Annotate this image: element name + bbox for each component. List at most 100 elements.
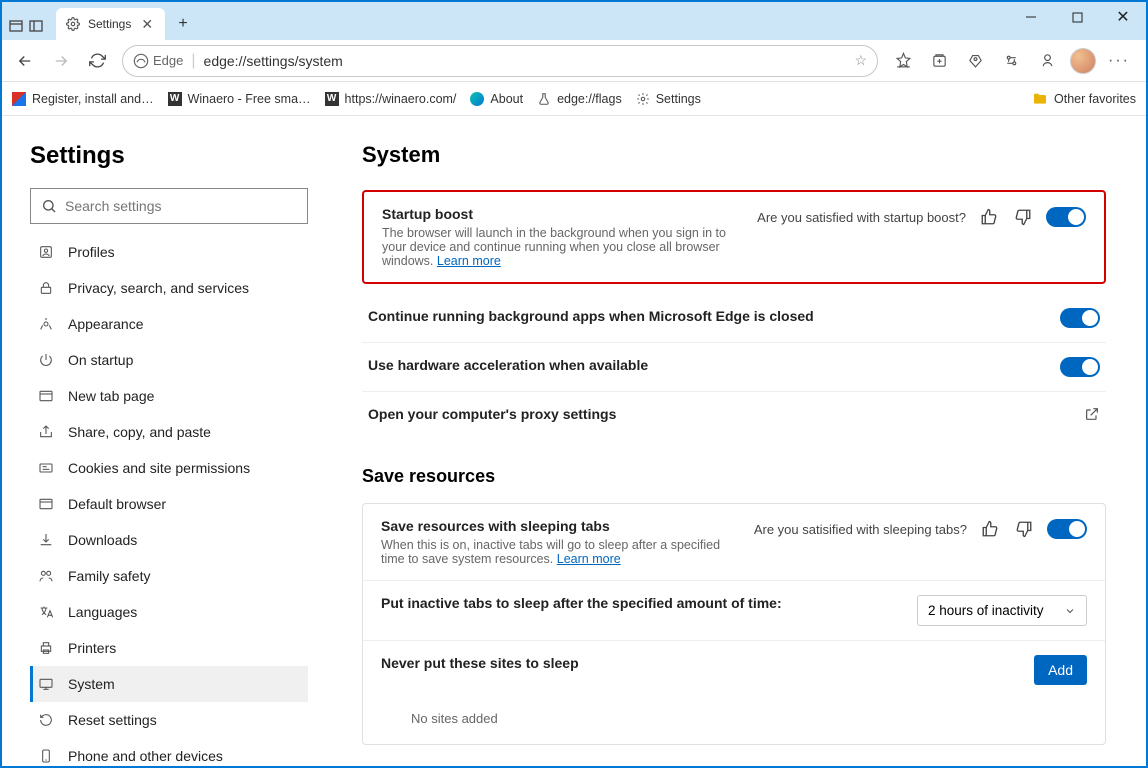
settings-content: System Startup boost The browser will la… xyxy=(332,116,1146,766)
hwaccel-title: Use hardware acceleration when available xyxy=(368,357,1046,373)
tab-close-icon[interactable]: ✕ xyxy=(139,16,155,33)
favorite-star-icon[interactable]: ☆ xyxy=(854,52,867,69)
bookmark-label: https://winaero.com/ xyxy=(345,92,457,106)
site-identity[interactable]: Edge xyxy=(133,53,183,69)
no-sites-text: No sites added xyxy=(363,699,1105,744)
tab-actions-icon[interactable] xyxy=(8,18,24,34)
gear-icon xyxy=(66,17,80,31)
browser-tab[interactable]: Settings ✕ xyxy=(56,8,165,40)
nav-languages[interactable]: Languages xyxy=(30,594,308,630)
shopping-icon[interactable] xyxy=(958,44,992,78)
reset-icon xyxy=(38,712,56,728)
favicon-icon: W xyxy=(168,92,182,106)
window-maximize-button[interactable] xyxy=(1054,2,1100,32)
nav-label: System xyxy=(68,676,115,692)
startup-feedback-label: Are you satisfied with startup boost? xyxy=(757,210,966,225)
learn-more-link[interactable]: Learn more xyxy=(557,552,621,566)
back-button[interactable] xyxy=(8,44,42,78)
chevron-down-icon xyxy=(1064,605,1076,617)
printer-icon xyxy=(38,640,56,656)
refresh-button[interactable] xyxy=(80,44,114,78)
bgapps-toggle[interactable] xyxy=(1060,308,1100,328)
bookmark-label: Winaero - Free sma… xyxy=(188,92,311,106)
nav-label: Privacy, search, and services xyxy=(68,280,249,296)
sleeping-tabs-toggle[interactable] xyxy=(1047,519,1087,539)
inactivity-dropdown[interactable]: 2 hours of inactivity xyxy=(917,595,1087,626)
section-system-heading: System xyxy=(362,142,1106,168)
nav-system[interactable]: System xyxy=(30,666,308,702)
main-area: Settings Profiles Privacy, search, and s… xyxy=(2,116,1146,766)
search-settings-box[interactable] xyxy=(30,188,308,224)
sleeping-tabs-title: Save resources with sleeping tabs xyxy=(381,518,740,534)
nav-share[interactable]: Share, copy, and paste xyxy=(30,414,308,450)
nav-appearance[interactable]: Appearance xyxy=(30,306,308,342)
startup-boost-toggle[interactable] xyxy=(1046,207,1086,227)
profile-avatar[interactable] xyxy=(1066,44,1100,78)
bookmark-label: edge://flags xyxy=(557,92,622,106)
nav-defaultbrowser[interactable]: Default browser xyxy=(30,486,308,522)
favicon-icon xyxy=(470,92,484,106)
nav-label: Cookies and site permissions xyxy=(68,460,250,476)
forward-button[interactable] xyxy=(44,44,78,78)
system-icon xyxy=(38,676,56,692)
share-icon xyxy=(38,424,56,440)
bookmark-label: Register, install and… xyxy=(32,92,154,106)
extensions-icon[interactable] xyxy=(994,44,1028,78)
toolbar: Edge | edge://settings/system ☆ ··· xyxy=(2,40,1146,82)
favorites-icon[interactable] xyxy=(886,44,920,78)
thumbs-up-icon[interactable] xyxy=(978,206,1000,228)
learn-more-link[interactable]: Learn more xyxy=(437,254,501,268)
hwaccel-toggle[interactable] xyxy=(1060,357,1100,377)
collections-icon[interactable] xyxy=(922,44,956,78)
sleeping-tabs-card: Save resources with sleeping tabs When t… xyxy=(362,503,1106,745)
feedback-icon[interactable] xyxy=(1030,44,1064,78)
new-tab-button[interactable]: + xyxy=(169,10,197,38)
flask-icon xyxy=(537,92,551,106)
bookmark-item[interactable]: Settings xyxy=(636,92,701,106)
bookmark-item[interactable]: Register, install and… xyxy=(12,92,154,106)
nav-phone[interactable]: Phone and other devices xyxy=(30,738,308,766)
more-menu-button[interactable]: ··· xyxy=(1102,52,1136,70)
favicon-icon xyxy=(12,92,26,106)
nav-downloads[interactable]: Downloads xyxy=(30,522,308,558)
address-bar[interactable]: Edge | edge://settings/system ☆ xyxy=(122,45,878,77)
add-site-button[interactable]: Add xyxy=(1034,655,1087,685)
nav-cookies[interactable]: Cookies and site permissions xyxy=(30,450,308,486)
titlebar: Settings ✕ + ✕ xyxy=(2,2,1146,40)
nav-family[interactable]: Family safety xyxy=(30,558,308,594)
settings-heading: Settings xyxy=(30,142,308,170)
favicon-icon: W xyxy=(325,92,339,106)
nav-profiles[interactable]: Profiles xyxy=(30,234,308,270)
startup-boost-card: Startup boost The browser will launch in… xyxy=(362,190,1106,284)
nav-privacy[interactable]: Privacy, search, and services xyxy=(30,270,308,306)
window-minimize-button[interactable] xyxy=(1008,2,1054,32)
nav-reset[interactable]: Reset settings xyxy=(30,702,308,738)
bookmark-item[interactable]: Whttps://winaero.com/ xyxy=(325,92,457,106)
bookmark-item[interactable]: About xyxy=(470,92,523,106)
bookmark-item[interactable]: W Winaero - Free sma… xyxy=(168,92,311,106)
nav-label: Default browser xyxy=(68,496,166,512)
section-save-heading: Save resources xyxy=(362,466,1106,487)
nav-onstartup[interactable]: On startup xyxy=(30,342,308,378)
language-icon xyxy=(38,604,56,620)
other-favorites-label: Other favorites xyxy=(1054,92,1136,106)
thumbs-down-icon[interactable] xyxy=(1013,518,1035,540)
thumbs-up-icon[interactable] xyxy=(979,518,1001,540)
nav-newtab[interactable]: New tab page xyxy=(30,378,308,414)
proxy-title: Open your computer's proxy settings xyxy=(368,406,1070,422)
window-close-button[interactable]: ✕ xyxy=(1100,2,1146,32)
thumbs-down-icon[interactable] xyxy=(1012,206,1034,228)
proxy-row[interactable]: Open your computer's proxy settings xyxy=(362,391,1106,436)
bookmark-item[interactable]: edge://flags xyxy=(537,92,622,106)
nav-printers[interactable]: Printers xyxy=(30,630,308,666)
nav-label: Profiles xyxy=(68,244,115,260)
search-settings-input[interactable] xyxy=(65,198,297,214)
other-favorites-button[interactable]: Other favorites xyxy=(1032,91,1136,107)
gear-icon xyxy=(636,92,650,106)
nav-label: Family safety xyxy=(68,568,150,584)
sleep-feedback-label: Are you satisified with sleeping tabs? xyxy=(754,522,967,537)
vertical-tabs-icon[interactable] xyxy=(28,18,44,34)
startup-boost-desc: The browser will launch in the backgroun… xyxy=(382,226,743,268)
browser-window: Settings ✕ + ✕ Edge | edge://settings/sy… xyxy=(2,2,1146,766)
separator: | xyxy=(191,52,195,70)
